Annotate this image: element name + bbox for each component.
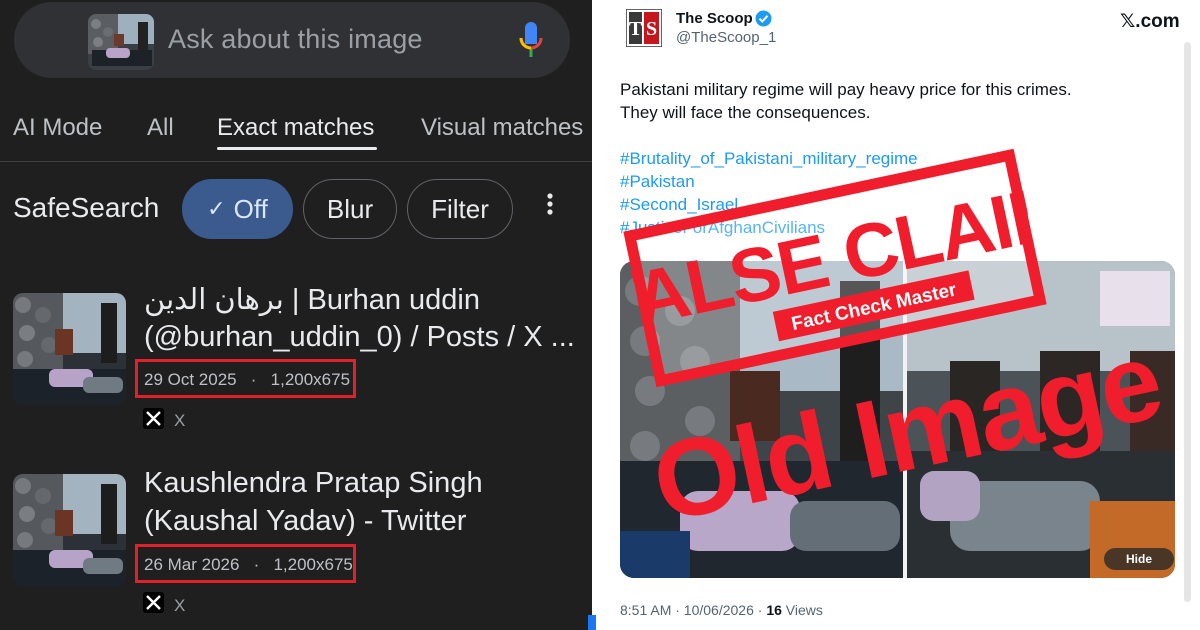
result-source[interactable]: X bbox=[174, 596, 185, 616]
avatar-letter-t: T bbox=[629, 18, 643, 40]
google-lens-results-panel: Ask about this image AI Mode All Exact m… bbox=[0, 0, 592, 630]
safesearch-blur-chip[interactable]: Blur bbox=[303, 179, 397, 239]
result-title-line2[interactable]: (@burhan_uddin_0) / Posts / X ... bbox=[144, 318, 584, 356]
safesearch-off-chip[interactable]: ✓ Off bbox=[182, 179, 293, 239]
active-tab-indicator bbox=[217, 147, 377, 150]
post-text-line1: Pakistani military regime will pay heavy… bbox=[620, 80, 1072, 99]
views-label: Views bbox=[785, 602, 823, 618]
edge-strip bbox=[588, 615, 596, 630]
chip-label: Off bbox=[233, 193, 268, 224]
meta-separator: · bbox=[253, 555, 260, 574]
hashtag-link[interactable]: #Pakistan bbox=[620, 172, 695, 192]
result-title-line1[interactable]: Kaushlendra Pratap Singh bbox=[144, 464, 584, 502]
safesearch-filter-chip[interactable]: Filter bbox=[407, 179, 513, 239]
result-date: 26 Mar 2026 bbox=[144, 555, 240, 574]
meta-separator: · bbox=[250, 370, 257, 389]
avatar-letter-s: S bbox=[646, 18, 657, 40]
account-handle[interactable]: @TheScoop_1 bbox=[676, 29, 776, 46]
search-tabs: AI Mode All Exact matches Visual matches bbox=[0, 100, 592, 162]
x-post-panel: T S The Scoop @TheScoop_1 𝕏.com Pakistan… bbox=[592, 0, 1200, 630]
tab-visual-matches[interactable]: Visual matches bbox=[421, 114, 583, 142]
verified-badge-icon bbox=[755, 10, 772, 27]
tab-ai-mode[interactable]: AI Mode bbox=[13, 114, 102, 142]
post-text-line2: They will face the consequences. bbox=[620, 103, 871, 122]
scrollbar[interactable] bbox=[1184, 42, 1191, 602]
microphone-icon[interactable] bbox=[518, 20, 544, 60]
tab-exact-matches[interactable]: Exact matches bbox=[217, 114, 374, 142]
account-name[interactable]: The Scoop bbox=[676, 10, 753, 27]
view-count: 16 bbox=[766, 602, 782, 618]
hashtag-link[interactable]: #Brutality_of_Pakistani_military_regime bbox=[620, 149, 918, 169]
site-label: 𝕏.com bbox=[1120, 11, 1180, 32]
result-thumbnail[interactable] bbox=[13, 293, 126, 405]
result-date: 29 Oct 2025 bbox=[144, 370, 237, 389]
result-meta: 29 Oct 2025 · 1,200x675 bbox=[144, 370, 350, 390]
result-source[interactable]: X bbox=[174, 411, 185, 431]
x-logo-icon bbox=[143, 592, 164, 613]
x-logo-icon bbox=[143, 408, 164, 429]
search-image-thumbnail[interactable] bbox=[88, 14, 154, 70]
result-thumbnail[interactable] bbox=[13, 474, 126, 586]
check-icon: ✓ bbox=[207, 196, 226, 221]
result-dimensions: 1,200x675 bbox=[273, 555, 353, 574]
result-title-line1[interactable]: برهان الدين | Burhan uddin bbox=[144, 281, 584, 319]
hide-media-button[interactable]: Hide bbox=[1104, 548, 1174, 570]
account-avatar[interactable]: T S bbox=[625, 8, 663, 48]
result-title-line2[interactable]: (Kaushal Yadav) - Twitter bbox=[144, 502, 584, 540]
search-placeholder[interactable]: Ask about this image bbox=[168, 24, 423, 55]
post-timestamp[interactable]: 8:51 AM · 10/06/2026 · 16 Views bbox=[620, 602, 823, 618]
safesearch-label: SafeSearch bbox=[13, 192, 160, 223]
result-meta: 26 Mar 2026 · 1,200x675 bbox=[144, 555, 353, 575]
more-vert-icon[interactable] bbox=[540, 190, 560, 220]
search-bar[interactable]: Ask about this image bbox=[14, 2, 570, 78]
result-dimensions: 1,200x675 bbox=[270, 370, 351, 389]
post-time: 8:51 AM · 10/06/2026 · bbox=[620, 602, 763, 618]
tab-all[interactable]: All bbox=[147, 114, 174, 142]
